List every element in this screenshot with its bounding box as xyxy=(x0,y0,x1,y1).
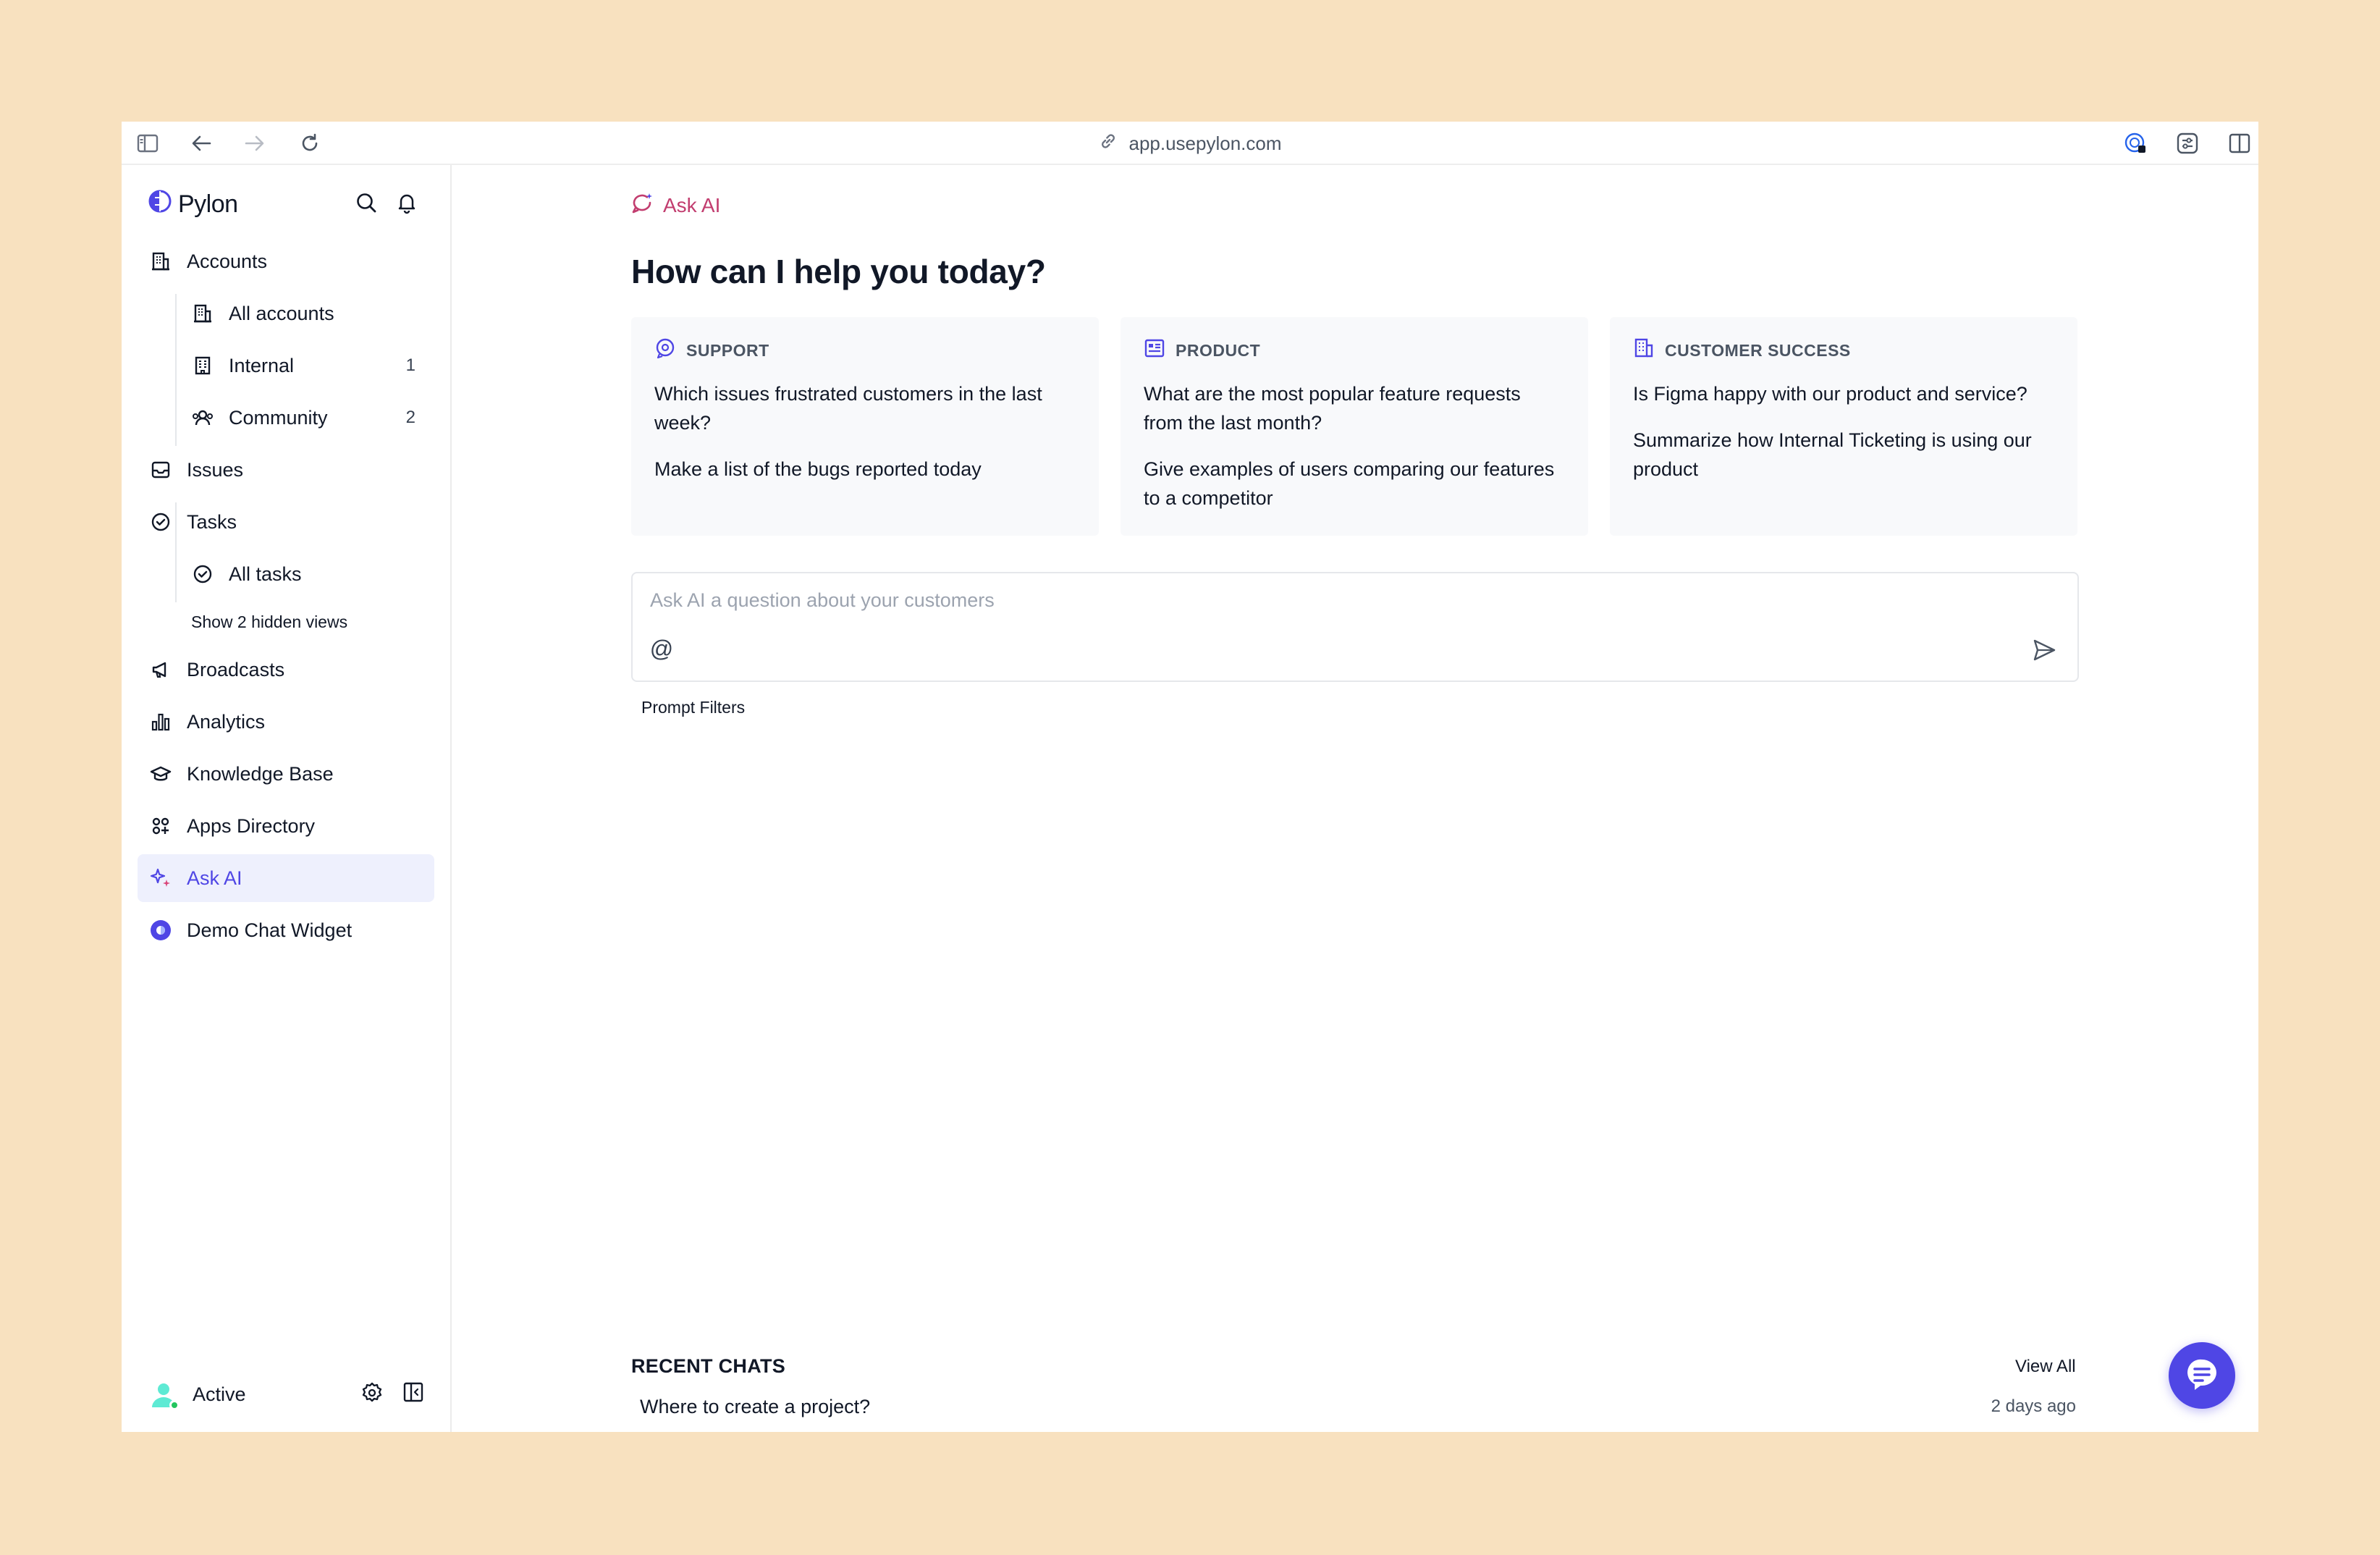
view-all-link[interactable]: View All xyxy=(2015,1357,2076,1377)
breadcrumb-label: Ask AI xyxy=(663,194,721,216)
building-icon xyxy=(1633,337,1655,363)
collapse-sidebar-icon[interactable] xyxy=(402,1381,424,1408)
sidebar-item-label: Broadcasts xyxy=(187,658,285,680)
suggested-question[interactable]: Make a list of the bugs reported today xyxy=(654,455,1076,484)
suggested-question[interactable]: Summarize how Internal Ticketing is usin… xyxy=(1633,426,2054,484)
sidebar-item-issues[interactable]: Issues xyxy=(138,446,434,494)
inbox-icon xyxy=(149,458,172,481)
brand[interactable]: Pylon xyxy=(148,187,238,222)
chat-widget-icon xyxy=(149,919,172,942)
card-category: CUSTOMER SUCCESS xyxy=(1665,340,1851,360)
sidebar-item-label: Issues xyxy=(187,458,244,481)
mention-at-button[interactable]: @ xyxy=(649,636,675,662)
card-header: CUSTOMER SUCCESS xyxy=(1633,337,2054,363)
card-header: PRODUCT xyxy=(1144,337,1565,363)
sparkles-icon xyxy=(149,867,172,890)
sidebar-item-community[interactable]: Community 2 xyxy=(138,394,434,442)
card-category: SUPPORT xyxy=(686,340,769,360)
pylon-logo-icon xyxy=(148,189,172,220)
suggested-question[interactable]: Is Figma happy with our product and serv… xyxy=(1633,379,2054,408)
page-title: How can I help you today? xyxy=(631,253,1046,290)
bell-icon[interactable] xyxy=(395,191,418,218)
sidebar-item-accounts[interactable]: Accounts xyxy=(138,237,434,285)
graduation-cap-icon xyxy=(149,762,172,785)
suggested-question[interactable]: What are the most popular feature reques… xyxy=(1144,379,1565,437)
sidebar-item-label: All accounts xyxy=(229,302,334,324)
sidebar-item-label: Accounts xyxy=(187,250,268,272)
suggestion-cards: SUPPORT Which issues frustrated customer… xyxy=(631,317,2077,536)
sidebar-footer: Active xyxy=(149,1375,424,1413)
main-content: Ask AI How can I help you today? SUPPORT… xyxy=(452,165,2258,1432)
online-status-dot xyxy=(169,1400,180,1410)
link-icon xyxy=(1098,131,1118,156)
count-badge: 2 xyxy=(405,408,415,427)
sidebar-item-label: Knowledge Base xyxy=(187,762,334,785)
building-icon xyxy=(191,302,214,325)
breadcrumb: Ask AI xyxy=(631,191,720,220)
settings-gear-icon[interactable] xyxy=(360,1381,384,1408)
sidebar-item-broadcasts[interactable]: Broadcasts xyxy=(138,646,434,694)
suggested-question[interactable]: Which issues frustrated customers in the… xyxy=(654,379,1076,437)
sidebar-item-label: Community xyxy=(229,406,328,429)
megaphone-icon xyxy=(149,658,172,681)
sidebar-item-knowledge-base[interactable]: Knowledge Base xyxy=(138,750,434,798)
chat-bubble-icon xyxy=(2184,1356,2220,1396)
status-label[interactable]: Active xyxy=(193,1383,246,1406)
card-header: SUPPORT xyxy=(654,337,1076,363)
ask-ai-composer: @ xyxy=(631,572,2079,682)
ask-ai-input[interactable] xyxy=(650,585,1953,615)
card-category: PRODUCT xyxy=(1176,340,1261,360)
community-icon xyxy=(191,406,214,429)
sidebar-item-label: Apps Directory xyxy=(187,814,316,837)
sliders-icon[interactable] xyxy=(2176,132,2199,155)
bar-chart-icon xyxy=(149,710,172,733)
sidebar-item-demo-chat-widget[interactable]: Demo Chat Widget xyxy=(138,906,434,954)
check-circle-icon xyxy=(149,510,172,534)
recent-chat-row[interactable]: Where to create a project? 2 days ago xyxy=(631,1388,2079,1425)
sidebar-item-analytics[interactable]: Analytics xyxy=(138,698,434,746)
suggested-question[interactable]: Give examples of users comparing our fea… xyxy=(1144,455,1565,513)
chat-widget-launcher[interactable] xyxy=(2169,1342,2235,1409)
sidebar-item-ask-ai[interactable]: Ask AI xyxy=(138,854,434,902)
show-hidden-views-link[interactable]: Show 2 hidden views xyxy=(138,602,434,641)
brand-name: Pylon xyxy=(178,190,238,218)
recent-chats-title: RECENT CHATS xyxy=(631,1355,786,1377)
check-circle-icon xyxy=(191,562,214,586)
sidebar-item-all-tasks[interactable]: All tasks xyxy=(138,550,434,598)
office-icon xyxy=(191,354,214,377)
sidebar-item-apps-directory[interactable]: Apps Directory xyxy=(138,802,434,850)
browser-window: app.usepylon.com Pylon Accounts All acco… xyxy=(122,122,2258,1432)
avatar[interactable] xyxy=(149,1380,180,1410)
sidebar-item-all-accounts[interactable]: All accounts xyxy=(138,290,434,337)
url-text: app.usepylon.com xyxy=(1128,132,1282,154)
sidebar: Pylon Accounts All accounts Internal 1 C… xyxy=(122,165,452,1432)
sidebar-item-label: All tasks xyxy=(229,562,302,585)
suggestion-card-support: SUPPORT Which issues frustrated customer… xyxy=(631,317,1099,536)
sidebar-nav: Accounts All accounts Internal 1 Communi… xyxy=(138,237,434,958)
apps-icon xyxy=(149,814,172,838)
split-view-icon[interactable] xyxy=(2228,132,2251,155)
count-badge: 1 xyxy=(405,355,415,375)
sidebar-item-label: Demo Chat Widget xyxy=(187,919,353,941)
suggestion-card-customer-success: CUSTOMER SUCCESS Is Figma happy with our… xyxy=(1610,317,2077,536)
sidebar-item-label: Ask AI xyxy=(187,867,242,889)
sidebar-item-label: Internal xyxy=(229,354,295,376)
prompt-filters-button[interactable]: Prompt Filters xyxy=(641,698,745,717)
send-icon[interactable] xyxy=(2030,636,2059,665)
recent-chat-title: Where to create a project? xyxy=(640,1395,871,1417)
sidebar-item-tasks[interactable]: Tasks xyxy=(138,498,434,546)
product-icon xyxy=(1144,337,1165,363)
password-extension-icon[interactable] xyxy=(2124,132,2147,155)
ai-chat-icon xyxy=(631,192,654,220)
sidebar-item-label: Tasks xyxy=(187,510,237,533)
search-icon[interactable] xyxy=(355,191,378,218)
recent-chat-time: 2 days ago xyxy=(1991,1396,2076,1416)
sidebar-item-internal[interactable]: Internal 1 xyxy=(138,342,434,389)
support-icon xyxy=(654,337,676,363)
sidebar-item-label: Analytics xyxy=(187,710,266,733)
address-bar[interactable]: app.usepylon.com xyxy=(122,130,2258,156)
browser-toolbar: app.usepylon.com xyxy=(122,122,2258,165)
suggestion-card-product: PRODUCT What are the most popular featur… xyxy=(1121,317,1588,536)
building-icon xyxy=(149,250,172,273)
